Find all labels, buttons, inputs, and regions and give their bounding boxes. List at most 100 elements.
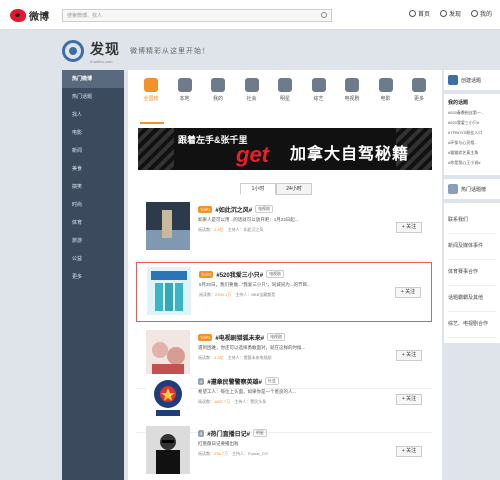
category-variety[interactable]: 综艺 [306,78,332,116]
topic-title[interactable]: #电视剧猎狐未来# [215,333,264,342]
category-local[interactable]: 本地 [172,78,198,116]
topic-title[interactable]: #如此沉之风# [215,205,252,214]
sidebar-item-charity[interactable]: 公益 [62,250,124,268]
police-badge-thumbnail [146,374,190,422]
topic-row[interactable]: TOP2 #520我爱三小只# 电视剧 5月20日，我们要做...“我爱三小只”，同… [136,262,432,322]
rank-badge: TOP1 [198,205,213,213]
topic-title[interactable]: #热门直播日记# [207,429,250,438]
discover-logo-icon [62,40,84,62]
views-count: 236.7万 [214,451,229,456]
create-topic-box: 创建话题 [444,70,500,90]
topic-info: TOP1 #如此沉之风# 电视剧 如果人是可以用...的话就可以放开吧：1月23日起… [198,204,366,233]
my-topics-heading: 我的话题 [448,100,469,106]
nav-home[interactable]: 首页 [408,9,430,18]
my-topic-item[interactable]: #你是我心王小说# [448,160,496,170]
sidebar-item-funny[interactable]: 搞笑 [62,178,124,196]
sidebar-item-travel[interactable]: 旅游 [62,232,124,250]
category-tv-drama[interactable]: 电视剧 [339,78,365,116]
views-count: 1867.7万 [214,399,231,404]
sidebar-item-news[interactable]: 新闻 [62,142,124,160]
my-topics-list: #520春晚粉丝第一... #520我爱三小只# #TFBOYS粉丝入口 #环保… [448,110,496,170]
topic-row[interactable]: 5 #热门直播日记# 明星 红蔷薇日记要播出啦 阅读数：236.7万 主持人：Puma… [136,422,432,480]
topic-description: 5月20日，我们要做...“我爱三小只”，同城同为...的节目... [199,282,311,287]
sidebar-item-hot-weibo[interactable]: 热门微博 [62,70,124,88]
tab-24-hours[interactable]: 24小时 [276,183,312,195]
hot-topics-box: 热门话题榜 [444,179,500,199]
category-mine[interactable]: 我的 [205,78,231,116]
category-bar: 全国榜 本地 我的 社会 明星 综艺 电视剧 电影 更多 [128,70,442,116]
sidebar-item-sports[interactable]: 体育 [62,214,124,232]
follow-button[interactable]: + 关注 [396,222,422,233]
top-nav: 首页 发现 我的 [408,9,492,18]
rank-badge: TOP3 [198,333,213,341]
link-variety-tv[interactable]: 综艺、电视剧合作 [448,312,496,338]
category-more[interactable]: 更多 [406,78,432,116]
views-label: 阅读数： [198,355,214,360]
my-topic-item[interactable]: #TFBOYS粉丝入口 [448,130,496,140]
category-national[interactable]: 全国榜 [138,78,164,116]
topic-row[interactable]: 4 #遵章民警警察英雄# 社会 希望工人：每位上头面，如果你是一个善良的人... 阅… [136,370,432,430]
link-contact-us[interactable]: 联系我们 [448,208,496,234]
hot-topics-button[interactable]: 热门话题榜 [448,184,496,194]
top-bar: 微博 搜索微博、找人 首页 发现 我的 [0,0,500,30]
page-subtitle: d.weibo.com [90,58,113,64]
my-topic-item[interactable]: #520我爱三小只# [448,120,496,130]
follow-button[interactable]: + 关注 [396,446,422,457]
hot-topics-label: 热门话题榜 [461,186,487,193]
banner-decoration [138,128,174,170]
weibo-logo[interactable]: 微博 [10,8,49,23]
nav-discover[interactable]: 发现 [439,9,461,18]
compass-icon [439,10,447,17]
nav-me[interactable]: 我的 [470,9,492,18]
search-icon[interactable] [321,12,327,18]
topic-thumbnail [146,202,190,250]
sidebar-item-find-people[interactable]: 找人 [62,106,124,124]
create-topic-button[interactable]: 创建话题 [448,75,496,85]
topic-description: 如果人是可以用...的话就可以放开吧：1月23日起... [198,217,299,222]
sidebar-item-food[interactable]: 美食 [62,160,124,178]
category-movie[interactable]: 电影 [373,78,399,116]
sidebar-item-hot-topics[interactable]: 热门话题 [62,88,124,106]
topic-thumbnail [146,426,190,474]
person-icon [211,78,225,92]
follow-button[interactable]: + 关注 [396,394,422,405]
sidebar-item-movie[interactable]: 电影 [62,124,124,142]
follow-button[interactable]: + 关注 [395,287,421,298]
tab-1-hour[interactable]: 1小时 [240,183,276,195]
category-stars[interactable]: 明星 [272,78,298,116]
topic-info: TOP2 #520我爱三小只# 电视剧 5月20日，我们要做...“我爱三小只”，同… [199,269,367,298]
my-topic-item[interactable]: #环保与心灵相... [448,140,496,150]
topic-title[interactable]: #遵章民警警察英雄# [207,377,262,386]
topic-title[interactable]: #520我爱三小只# [216,270,263,279]
right-sidebar: 创建话题 我的话题 #520春晚粉丝第一... #520我爱三小只# #TFBO… [444,70,500,480]
my-topic-item[interactable]: #520春晚粉丝第一... [448,110,496,120]
link-topic-other[interactable]: 话题霸霸及其他 [448,286,496,312]
star-person-icon [278,78,292,92]
views-label: 阅读数： [198,451,214,456]
sidebar-item-fashion[interactable]: 时尚 [62,196,124,214]
topic-info: TOP3 #电视剧猎狐未来# 电视剧 遇到困难，你还可以选择勇敢面对，就在这样的时候… [198,332,366,361]
follow-button[interactable]: + 关注 [396,350,422,361]
topic-description: 希望工人：每位上头面，如果你是一个善良的人... [198,389,297,394]
link-news-media[interactable]: 新闻及媒体事件 [448,234,496,260]
topic-info: 4 #遵章民警警察英雄# 社会 希望工人：每位上头面，如果你是一个善良的人... 阅… [198,376,366,405]
category-label: 综艺 [313,96,324,102]
my-topic-item[interactable]: #猫猫综艺真主角 [448,150,496,160]
promo-banner[interactable]: 跟着左手&张千里 get 加拿大自驾秘籍 [138,128,432,170]
page-slogan: 微博精彩从这里开始！ [130,48,210,55]
main-content: 全国榜 本地 我的 社会 明星 综艺 电视剧 电影 更多 跟着左手&张千里 ge… [128,70,442,480]
topic-row[interactable]: TOP1 #如此沉之风# 电视剧 如果人是可以用...的话就可以放开吧：1月23日起… [136,198,432,258]
brand-name: 微博 [29,12,49,23]
topic-thumbnail [147,267,191,315]
topic-info: 5 #热门直播日记# 明星 红蔷薇日记要播出啦 阅读数：236.7万 主持人：Puma… [198,428,366,457]
rank-badge: 5 [198,429,205,437]
divider [136,260,432,261]
search-input[interactable]: 搜索微博、找人 [62,9,332,22]
category-society[interactable]: 社会 [239,78,265,116]
nav-me-label: 我的 [479,12,492,18]
page-title-text: 发现 [90,40,120,57]
topic-category: 社会 [264,377,279,385]
link-sports[interactable]: 体育赛事合作 [448,260,496,286]
rank-badge: 4 [198,377,205,385]
sidebar-item-more[interactable]: 更多 [62,268,124,286]
